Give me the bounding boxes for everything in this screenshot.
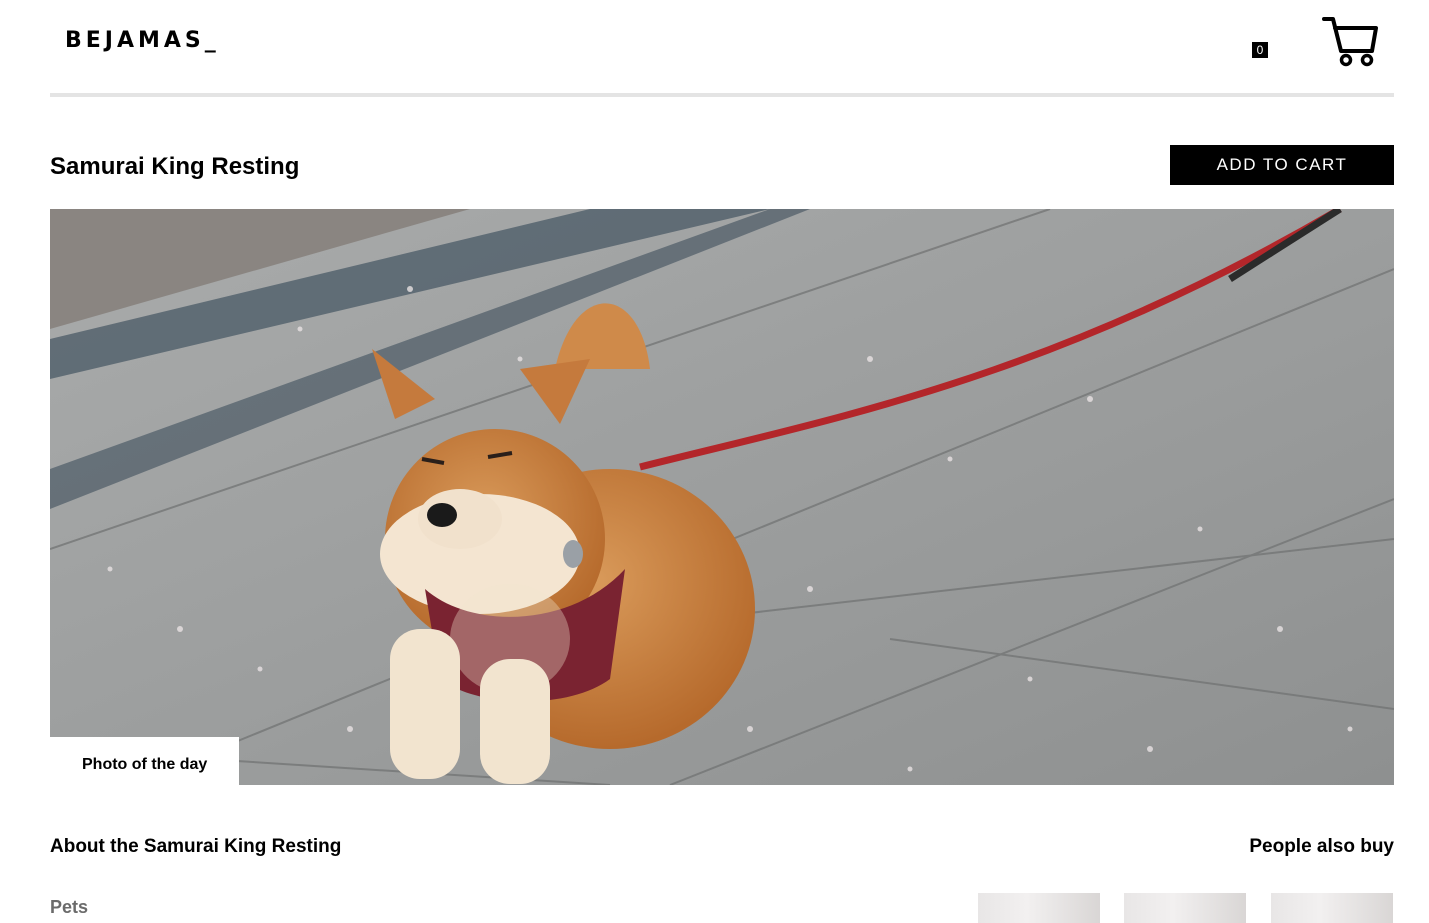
about-section-title: About the Samurai King Resting — [50, 836, 342, 857]
recommended-product-image[interactable] — [1271, 893, 1393, 923]
product-photo: Photo of the day — [50, 209, 1394, 785]
shiba-inu-dog-image — [50, 209, 1394, 785]
recommended-product-image[interactable] — [978, 893, 1100, 923]
product-category: Pets — [50, 897, 89, 917]
photo-of-the-day-badge: Photo of the day — [50, 737, 239, 785]
add-to-cart-button[interactable]: ADD TO CART — [1170, 145, 1394, 185]
site-header: BEJAMAS_ 0 — [50, 0, 1394, 97]
brand-logo[interactable]: BEJAMAS_ — [65, 26, 220, 56]
recommended-product-image[interactable] — [1124, 893, 1246, 923]
shopping-cart-icon[interactable] — [1322, 16, 1378, 68]
product-title: Samurai King Resting — [50, 153, 300, 180]
people-also-buy-title: People also buy — [1249, 836, 1394, 857]
cart-count-badge: 0 — [1252, 42, 1268, 58]
